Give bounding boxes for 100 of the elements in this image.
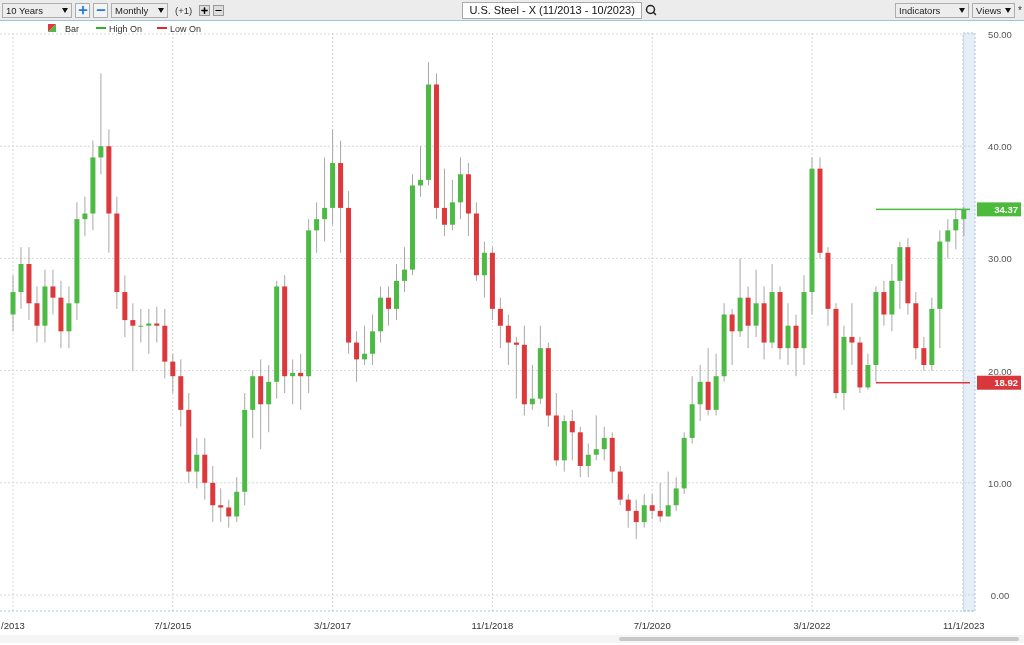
candlestick (881, 280, 887, 327)
candlestick (394, 263, 399, 321)
views-dropdown[interactable]: Views (972, 2, 1016, 18)
candlestick (665, 471, 671, 517)
candlestick (897, 241, 903, 310)
y-axis-label: 20.00 (988, 365, 1012, 377)
candlestick (266, 364, 272, 433)
candlestick (681, 431, 687, 495)
legend-label: High On (109, 23, 143, 34)
modified-marker: * (1018, 4, 1022, 16)
y-axis-label: 40.00 (988, 141, 1012, 153)
candlestick (865, 353, 871, 391)
candlestick (130, 302, 136, 372)
candlestick (497, 297, 503, 349)
indicators-dropdown[interactable]: Indicators (895, 2, 970, 18)
candlestick (617, 465, 623, 506)
candlestick (18, 246, 24, 310)
candlestick (609, 431, 615, 484)
candlestick (705, 347, 711, 416)
candlestick (753, 269, 759, 338)
price-tag (977, 202, 1021, 217)
candlestick (290, 358, 296, 405)
candlestick (745, 285, 751, 349)
decrease-button[interactable] (213, 4, 225, 16)
candlestick (210, 465, 216, 523)
y-axis-label: 10.00 (988, 477, 1012, 489)
candlestick (889, 263, 895, 332)
candlestick (82, 196, 88, 237)
candlestick (250, 370, 256, 439)
candlestick (202, 437, 208, 501)
candlestick (513, 336, 519, 400)
candlestick (577, 426, 583, 478)
legend-label: Bar (65, 23, 79, 34)
candlestick (178, 358, 184, 428)
candlestick (66, 285, 72, 349)
candlestick (849, 302, 855, 366)
candlestick (378, 285, 384, 344)
candlestick (785, 302, 791, 366)
price-tag-label: 18.92 (994, 377, 1018, 389)
candlestick (146, 308, 152, 355)
candlestick (729, 308, 735, 366)
y-axis-label: 0.00 (990, 590, 1010, 601)
legend-label: Low On (170, 23, 202, 34)
candlestick (370, 314, 376, 366)
y-axis-label: 50.00 (988, 29, 1012, 40)
candlestick (657, 482, 663, 523)
candlestick (418, 145, 423, 198)
candlestick (625, 493, 631, 529)
horizontal-scrollbar[interactable] (0, 635, 1024, 643)
candlestick (226, 499, 232, 529)
candlestick (961, 206, 967, 237)
price-tag-label: 34.37 (994, 203, 1018, 215)
candlestick (34, 285, 40, 344)
plus-icon (76, 4, 89, 16)
candlestick (138, 308, 144, 344)
zoom-out-button[interactable] (93, 2, 108, 18)
x-axis-label: 3/1/2022 (793, 620, 831, 631)
increase-button[interactable] (199, 4, 211, 16)
candlestick (593, 415, 599, 461)
x-axis-label: /2013 (1, 620, 25, 631)
candlestick (641, 493, 647, 529)
candlestick (585, 443, 591, 478)
price-tag (977, 375, 1021, 390)
candlestick (633, 499, 639, 540)
bar-legend-icon (48, 24, 56, 32)
candlestick (481, 241, 487, 299)
candlestick (713, 353, 719, 416)
symbol-field[interactable]: U.S. Steel - X (11/2013 - 10/2023) (462, 1, 642, 19)
candlestick (402, 246, 407, 293)
range-dropdown[interactable]: 10 Years (2, 2, 72, 18)
candlestick (529, 364, 535, 411)
candlestick (362, 325, 368, 366)
candlestick (298, 353, 304, 411)
x-axis-label: 7/1/2020 (633, 620, 671, 631)
candlestick (953, 207, 959, 250)
candlestick (234, 476, 240, 523)
candlestick (122, 274, 128, 338)
candlestick (386, 285, 392, 327)
offset-label: (+1) (175, 4, 193, 16)
candlestick (673, 476, 679, 512)
candlestick (913, 291, 919, 360)
candlestick (441, 168, 447, 237)
x-axis-label: 7/1/2015 (154, 620, 192, 631)
candlestick (58, 280, 64, 349)
search-icon[interactable] (644, 4, 657, 16)
candlestick (449, 179, 455, 231)
candlestick (697, 364, 703, 422)
candlestick (50, 269, 56, 315)
zoom-in-button[interactable] (75, 2, 90, 18)
candlestick (569, 409, 575, 461)
candlestick (154, 306, 160, 344)
candlestick (162, 308, 168, 379)
x-axis-label: 11/1/2018 (471, 620, 514, 631)
plus-icon (200, 5, 210, 15)
candlestick (10, 274, 16, 332)
x-axis-label: 3/1/2017 (314, 620, 352, 631)
interval-dropdown[interactable]: Monthly (111, 2, 168, 18)
candlestick (649, 493, 655, 520)
candlestick (170, 353, 176, 394)
candlestick (457, 156, 463, 220)
